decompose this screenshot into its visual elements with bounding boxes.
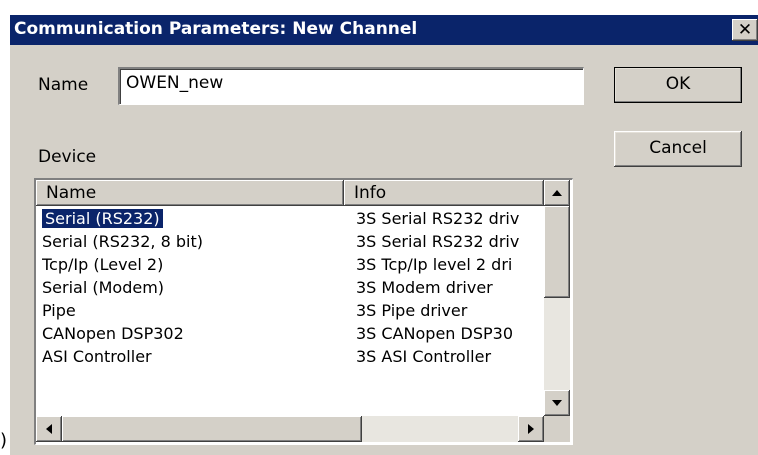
- ok-button[interactable]: OK: [614, 67, 742, 103]
- name-field[interactable]: OWEN_new: [118, 67, 584, 105]
- vertical-scrollbar[interactable]: [544, 180, 570, 416]
- list-item[interactable]: Tcp/Ip (Level 2) 3S Tcp/Ip level 2 dri: [36, 253, 546, 276]
- scroll-up-button[interactable]: [544, 180, 570, 206]
- column-header-name[interactable]: Name: [36, 180, 344, 206]
- device-info: 3S CANopen DSP30: [356, 324, 514, 343]
- device-info: 3S Serial RS232 driv: [356, 232, 520, 251]
- horizontal-scrollbar[interactable]: [36, 416, 544, 442]
- close-button[interactable]: ✕: [732, 19, 758, 41]
- scroll-down-button[interactable]: [544, 390, 570, 416]
- device-info: 3S ASI Controller: [356, 347, 492, 366]
- horizontal-scroll-thumb[interactable]: [62, 416, 362, 442]
- device-name: Serial (RS232, 8 bit): [42, 232, 203, 251]
- scroll-right-button[interactable]: [518, 416, 544, 442]
- device-rows: Serial (RS232) 3S Serial RS232 driv Seri…: [36, 207, 546, 417]
- device-name: Serial (Modem): [42, 278, 165, 297]
- name-label: Name: [38, 75, 89, 95]
- title-bar[interactable]: Communication Parameters: New Channel ✕: [10, 15, 758, 45]
- list-item[interactable]: Serial (RS232) 3S Serial RS232 driv: [36, 207, 546, 230]
- device-info: 3S Serial RS232 driv: [356, 209, 520, 228]
- list-item[interactable]: Serial (Modem) 3S Modem driver: [36, 276, 546, 299]
- dialog-title: Communication Parameters: New Channel: [14, 19, 418, 39]
- down-arrow-icon: [552, 400, 562, 406]
- device-name: ASI Controller: [42, 347, 152, 366]
- device-info: 3S Modem driver: [356, 278, 493, 297]
- scrollbar-corner: [544, 416, 570, 442]
- device-name: Serial (RS232): [42, 208, 164, 229]
- vertical-scroll-thumb[interactable]: [544, 206, 570, 298]
- device-label: Device: [38, 147, 97, 167]
- communication-parameters-dialog: Communication Parameters: New Channel ✕ …: [10, 15, 758, 455]
- up-arrow-icon: [552, 190, 562, 196]
- edge-fragment: ): [0, 430, 8, 451]
- close-icon: ✕: [737, 20, 753, 40]
- device-info: 3S Tcp/Ip level 2 dri: [356, 255, 513, 274]
- cancel-button[interactable]: Cancel: [614, 131, 742, 167]
- list-item[interactable]: Pipe 3S Pipe driver: [36, 299, 546, 322]
- scroll-left-button[interactable]: [36, 416, 62, 442]
- device-info: 3S Pipe driver: [356, 301, 468, 320]
- list-item[interactable]: ASI Controller 3S ASI Controller: [36, 345, 546, 368]
- device-name: Pipe: [42, 301, 76, 320]
- list-item[interactable]: CANopen DSP302 3S CANopen DSP30: [36, 322, 546, 345]
- device-name: Tcp/Ip (Level 2): [42, 255, 164, 274]
- left-arrow-icon: [46, 424, 52, 434]
- device-list[interactable]: Name Info Serial (RS232) 3S Serial RS232…: [34, 178, 573, 445]
- device-name: CANopen DSP302: [42, 324, 184, 343]
- column-header-info[interactable]: Info: [344, 180, 544, 206]
- list-item[interactable]: Serial (RS232, 8 bit) 3S Serial RS232 dr…: [36, 230, 546, 253]
- right-arrow-icon: [528, 424, 534, 434]
